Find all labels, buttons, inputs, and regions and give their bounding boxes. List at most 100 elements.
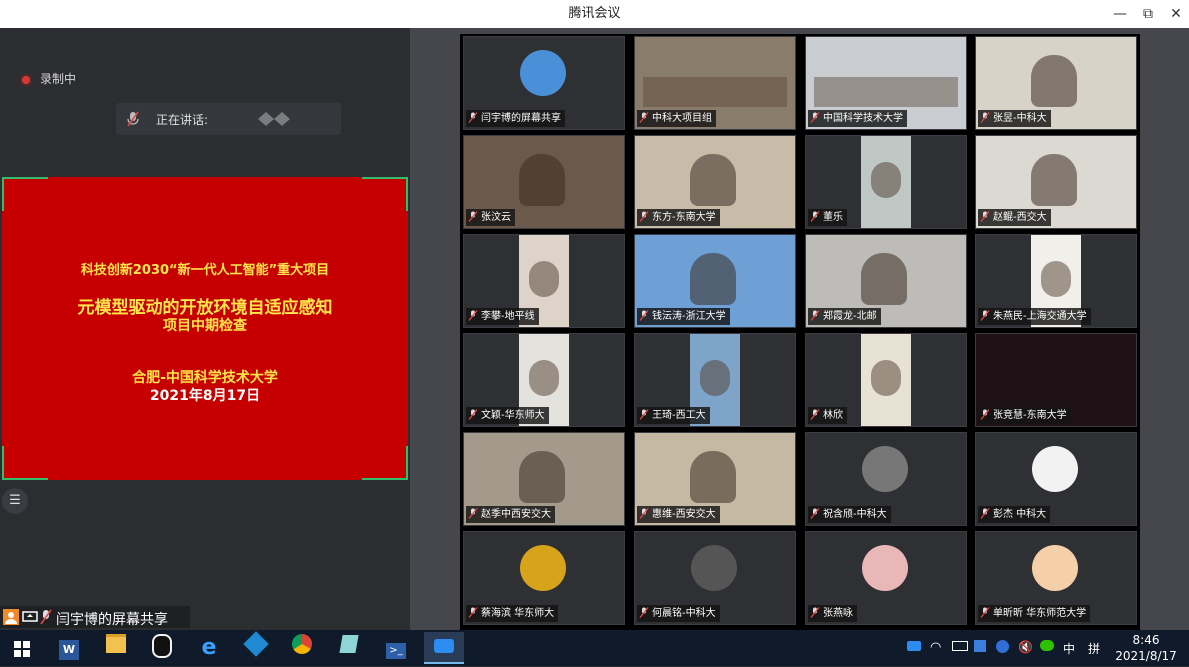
participant-name: 惠维-西安交大 [652,509,716,520]
participant-avatar [691,545,737,591]
participant-name-label: 中科大项目组 [637,110,716,127]
mic-muted-icon [468,508,478,519]
participant-name-label: 董乐 [808,209,847,226]
chrome-icon[interactable] [286,634,318,662]
mic-muted-icon [810,508,820,519]
participant-name-label: 王琦-西工大 [637,407,710,424]
participant-name: 李攀-地平线 [481,311,535,322]
tencent-meeting-taskbar-icon[interactable] [424,632,464,664]
participant-tile[interactable]: 惠维-西安交大 [634,432,796,526]
participant-name: 张竞慧-东南大学 [993,410,1067,421]
file-explorer-icon[interactable] [100,634,132,662]
participant-tile[interactable]: 单昕昕 华东师范大学 [975,531,1137,625]
mic-muted-icon [468,310,478,321]
participant-name: 朱燕民-上海交通大学 [993,311,1087,322]
input-method[interactable]: 拼 [1088,640,1100,657]
mic-muted-icon [810,112,820,123]
participant-name: 彭杰 中科大 [993,509,1047,520]
participant-name: 林欣 [823,410,843,421]
participant-name-label: 张昱-中科大 [978,110,1051,127]
participant-name-label: 文颖-华东师大 [466,407,549,424]
frame-corner [362,177,408,211]
participant-name-label: 闫宇博的屏幕共享 [466,110,565,127]
participant-tile[interactable]: 王琦-西工大 [634,333,796,427]
participant-name: 赵鲲-西交大 [993,212,1047,223]
close-button[interactable]: ✕ [1160,0,1189,28]
participant-tile[interactable]: 中科大项目组 [634,36,796,130]
participant-tile[interactable]: 张竞慧-东南大学 [975,333,1137,427]
participant-name-label: 中国科学技术大学 [808,110,907,127]
notes-app-icon[interactable] [333,634,365,662]
participant-name-label: 张竞慧-东南大学 [978,407,1071,424]
participant-tile[interactable]: 郑霞龙-北邮 [805,234,967,328]
participant-tile[interactable]: 张燕咏 [805,531,967,625]
participant-tile[interactable]: 赵鲲-西交大 [975,135,1137,229]
mic-muted-icon [639,310,649,321]
check-tray-icon[interactable] [996,640,1009,656]
screen-share-icon [22,611,38,622]
ie-browser-icon[interactable]: e [193,634,225,662]
app-tray-icon[interactable] [974,640,986,655]
participant-name-label: 钱沄涛-浙江大学 [637,308,730,325]
participant-tile[interactable]: 张汶云 [463,135,625,229]
participant-tile[interactable]: 张昱-中科大 [975,36,1137,130]
system-clock[interactable]: 8:46 2021/8/17 [1110,632,1182,664]
share-label: 闫宇博的屏幕共享 [56,612,168,628]
start-button[interactable] [6,634,38,662]
participant-name: 董乐 [823,212,843,223]
participant-tile[interactable]: 闫宇博的屏幕共享 [463,36,625,130]
slide-date: 2021年8月17日 [149,388,261,404]
participant-name-label: 林欣 [808,407,847,424]
participant-tile[interactable]: 钱沄涛-浙江大学 [634,234,796,328]
participant-tile[interactable]: 林欣 [805,333,967,427]
speaker-avatar-icon [258,112,290,126]
slide-subtitle: 项目中期检查 [163,318,247,334]
member-list-button[interactable]: ☰ [2,488,28,514]
qq-app-icon[interactable] [146,634,178,662]
powershell-icon[interactable]: >_ [380,634,412,662]
participant-tile[interactable]: 中国科学技术大学 [805,36,967,130]
participant-tile[interactable]: 赵季中西安交大 [463,432,625,526]
input-language[interactable]: 中 [1063,640,1075,657]
battery-icon[interactable] [952,640,968,654]
participant-name: 祝含颀-中科大 [823,509,887,520]
wifi-icon[interactable]: ◠ [930,640,941,655]
recording-indicator[interactable]: 录制中 [22,70,76,87]
participant-tile[interactable]: 彭杰 中科大 [975,432,1137,526]
participant-tile[interactable]: 祝含颀-中科大 [805,432,967,526]
participant-video [861,334,911,426]
participant-tile[interactable]: 李攀-地平线 [463,234,625,328]
participant-name: 钱沄涛-浙江大学 [652,311,726,322]
participant-name-label: 郑霞龙-北邮 [808,308,881,325]
participant-video [690,253,736,305]
participant-name: 张燕咏 [823,608,853,619]
participant-name-label: 彭杰 中科大 [978,506,1051,523]
mic-muted-icon [639,112,649,123]
participant-tile[interactable]: 董乐 [805,135,967,229]
participant-name: 闫宇博的屏幕共享 [481,113,561,124]
volume-muted-icon[interactable]: 🔇 [1018,640,1033,654]
vscode-icon[interactable] [240,631,272,662]
participant-name: 张昱-中科大 [993,113,1047,124]
tencent-meeting-tray-icon[interactable] [907,640,921,654]
mic-muted-icon [810,607,820,618]
participant-tile[interactable]: 东方-东南大学 [634,135,796,229]
participant-video [1031,55,1077,107]
mic-muted-icon [980,607,990,618]
slide-project-line: 科技创新2030“新一代人工智能”重大项目 [80,263,330,278]
participant-video [690,154,736,206]
participant-name-label: 李攀-地平线 [466,308,539,325]
frame-corner [362,446,408,480]
participant-tile[interactable]: 蔡海滨 华东师大 [463,531,625,625]
slide-location: 合肥-中国科学技术大学 [132,370,278,386]
participant-name: 何晨铭-中科大 [652,608,716,619]
participant-tile[interactable]: 朱燕民-上海交通大学 [975,234,1137,328]
participant-avatar [862,545,908,591]
participant-tile[interactable]: 文颖-华东师大 [463,333,625,427]
mic-muted-icon [468,607,478,618]
presentation-slide: 科技创新2030“新一代人工智能”重大项目 元模型驱动的开放环境自适应感知 项目… [2,177,408,480]
participant-tile[interactable]: 何晨铭-中科大 [634,531,796,625]
participant-avatar [1032,545,1078,591]
wechat-icon[interactable] [1040,640,1054,654]
word-app-icon[interactable]: W [53,634,85,662]
